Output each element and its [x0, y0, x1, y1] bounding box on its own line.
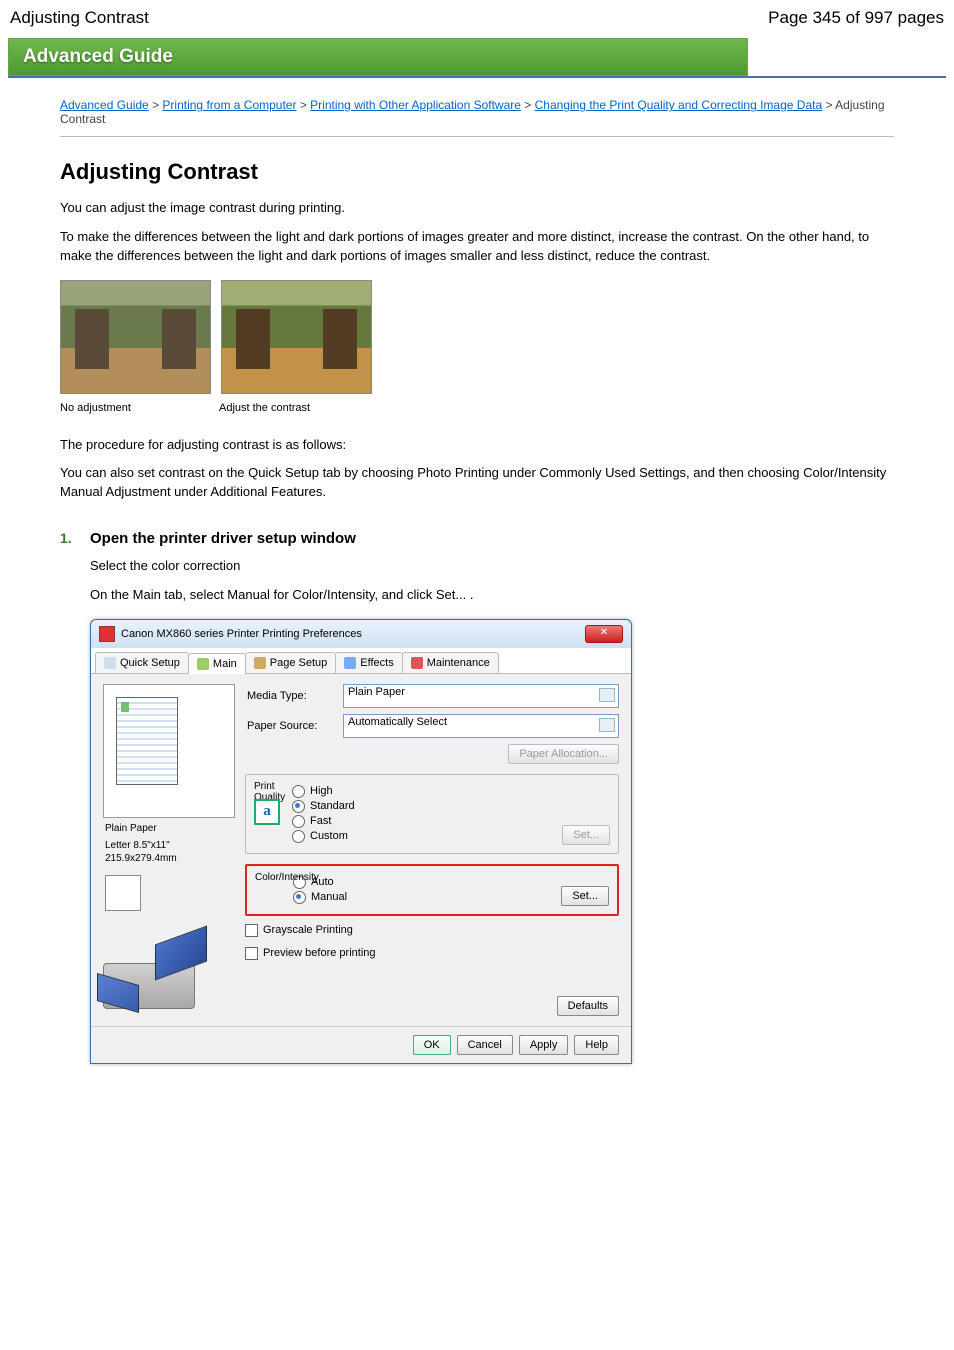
step-subtitle: Select the color correction [90, 557, 894, 576]
intro-1: You can adjust the image contrast during… [60, 199, 894, 218]
grayscale-checkbox[interactable]: Grayscale Printing [245, 924, 619, 937]
preview-size: Letter 8.5"x11" 215.9x279.4mm [105, 839, 233, 865]
paper-allocation-button[interactable]: Paper Allocation... [508, 744, 619, 764]
quality-standard[interactable]: Standard [292, 800, 610, 813]
radio-label: Standard [310, 800, 355, 812]
banner-label: Advanced Guide [8, 38, 748, 76]
radio-label: Fast [310, 815, 331, 827]
crumb-2[interactable]: Printing with Other Application Software [310, 98, 521, 112]
step-number: 1. [60, 530, 80, 547]
close-icon[interactable]: ✕ [585, 625, 623, 643]
caption-b: Adjust the contrast [219, 402, 368, 414]
radio-label: Manual [311, 891, 347, 903]
checkbox-label: Preview before printing [263, 947, 376, 959]
quality-high[interactable]: High [292, 785, 610, 798]
sample-image-no-adjust [60, 280, 211, 394]
crumb-3[interactable]: Changing the Print Quality and Correctin… [535, 98, 823, 112]
tab-label: Maintenance [427, 657, 490, 669]
crumb-0[interactable]: Advanced Guide [60, 98, 149, 112]
quality-icon: a [254, 799, 280, 825]
color-set-button[interactable]: Set... [561, 886, 609, 906]
radio-label: High [310, 785, 333, 797]
apply-button[interactable]: Apply [519, 1035, 569, 1055]
preferences-dialog: Canon MX860 series Printer Printing Pref… [90, 619, 632, 1064]
tab-strip: Quick Setup Main Page Setup Effects Main… [91, 648, 631, 674]
cancel-button[interactable]: Cancel [457, 1035, 513, 1055]
print-quality-group: Print Quality a High Standard Fast Custo… [245, 774, 619, 854]
tab-quick-setup[interactable]: Quick Setup [95, 652, 189, 673]
preview-media: Plain Paper [105, 822, 233, 835]
step-title: Open the printer driver setup window [90, 530, 356, 547]
color-intensity-group: Color/Intensity Auto Manual Set... [245, 864, 619, 916]
color-swatch [105, 875, 141, 911]
media-type-value: Plain Paper [348, 686, 405, 698]
paper-source-label: Paper Source: [245, 720, 335, 732]
tab-label: Page Setup [270, 657, 328, 669]
app-icon [99, 626, 115, 642]
step-desc: On the Main tab, select Manual for Color… [90, 586, 894, 605]
tab-main[interactable]: Main [188, 653, 246, 674]
titlebar[interactable]: Canon MX860 series Printer Printing Pref… [91, 620, 631, 648]
quick-setup-hint: You can also set contrast on the Quick S… [60, 464, 894, 502]
media-type-label: Media Type: [245, 690, 335, 702]
tab-maintenance[interactable]: Maintenance [402, 652, 499, 673]
procedure-intro: The procedure for adjusting contrast is … [60, 436, 894, 455]
breadcrumb: Advanced Guide > Printing from a Compute… [60, 98, 894, 126]
dialog-footer: OK Cancel Apply Help [91, 1026, 631, 1063]
tab-effects[interactable]: Effects [335, 652, 402, 673]
paper-source-value: Automatically Select [348, 716, 447, 728]
dialog-title: Canon MX860 series Printer Printing Pref… [121, 628, 579, 640]
divider [60, 136, 894, 137]
tab-label: Effects [360, 657, 393, 669]
heading: Adjusting Contrast [60, 159, 894, 185]
tab-label: Main [213, 658, 237, 670]
color-intensity-label: Color/Intensity [255, 872, 293, 883]
banner: Advanced Guide [8, 38, 946, 78]
quality-set-button[interactable]: Set... [562, 825, 610, 845]
ok-button[interactable]: OK [413, 1035, 451, 1055]
crumb-1[interactable]: Printing from a Computer [162, 98, 296, 112]
page-title: Adjusting Contrast [10, 8, 149, 28]
caption-a: No adjustment [60, 402, 209, 414]
intro-2: To make the differences between the ligh… [60, 228, 894, 266]
sample-image-adjusted [221, 280, 372, 394]
page-number: Page 345 of 997 pages [768, 8, 944, 28]
tab-label: Quick Setup [120, 657, 180, 669]
preview-checkbox[interactable]: Preview before printing [245, 947, 619, 960]
paper-source-select[interactable]: Automatically Select [343, 714, 619, 738]
tab-page-setup[interactable]: Page Setup [245, 652, 337, 673]
checkbox-label: Grayscale Printing [263, 924, 353, 936]
media-type-select[interactable]: Plain Paper [343, 684, 619, 708]
defaults-button[interactable]: Defaults [557, 996, 619, 1016]
printer-illustration [103, 937, 203, 1009]
page-preview [103, 684, 235, 818]
help-button[interactable]: Help [574, 1035, 619, 1055]
radio-label: Custom [310, 830, 348, 842]
